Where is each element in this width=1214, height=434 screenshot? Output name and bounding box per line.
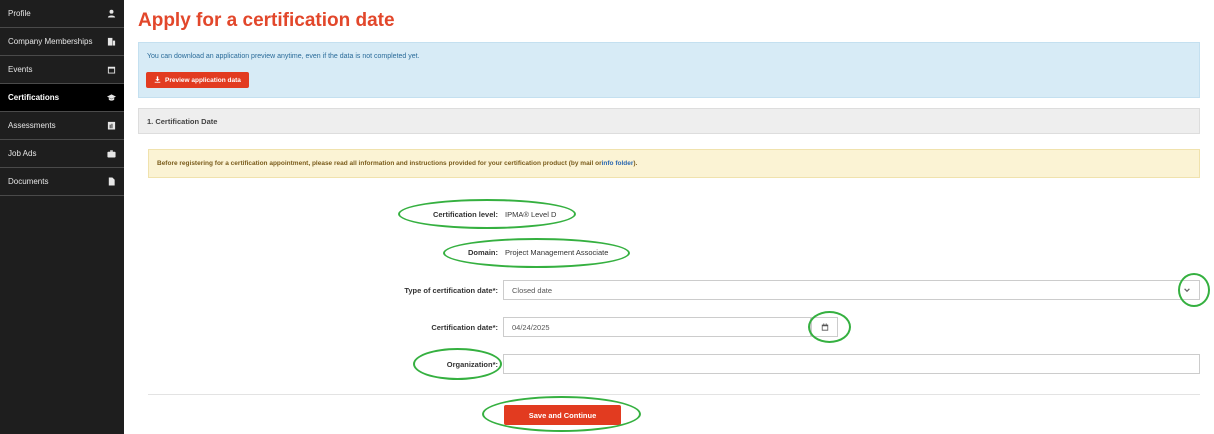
warning-text-after: ).: [633, 160, 638, 167]
graduation-cap-icon: [107, 93, 116, 102]
chevron-down-icon: [1183, 286, 1191, 294]
preview-application-button[interactable]: Preview application data: [146, 72, 249, 88]
page-title: Apply for a certification date: [138, 10, 395, 31]
calendar-picker-button[interactable]: [811, 317, 838, 337]
certification-level-label: Certification level:: [432, 210, 498, 219]
app: Profile Company Memberships Events Certi…: [0, 0, 1214, 434]
sidebar-item-certifications[interactable]: Certifications: [0, 84, 124, 112]
download-icon: [154, 75, 161, 85]
sidebar-item-label: Documents: [8, 177, 49, 186]
info-text: You can download an application preview …: [147, 53, 420, 60]
type-of-certification-date-label: Type of certification date*:: [404, 286, 498, 295]
sidebar-item-company-memberships[interactable]: Company Memberships: [0, 28, 124, 56]
sidebar-item-label: Assessments: [8, 121, 56, 130]
sidebar-item-documents[interactable]: Documents: [0, 168, 124, 196]
sidebar-item-label: Certifications: [8, 93, 60, 102]
organization-input[interactable]: [503, 354, 1200, 374]
briefcase-icon: [107, 149, 116, 158]
warning-text-before: Before registering for a certification a…: [157, 160, 602, 167]
sidebar-item-label: Job Ads: [8, 149, 37, 158]
select-value: Closed date: [512, 285, 553, 295]
sidebar-item-profile[interactable]: Profile: [0, 0, 124, 28]
chart-icon: [107, 121, 116, 130]
organization-label: Organization*:: [446, 360, 498, 369]
calendar-icon: [821, 318, 829, 336]
sidebar-item-label: Company Memberships: [8, 37, 93, 46]
domain-label: Domain:: [468, 248, 498, 257]
domain-value: Project Management Associate: [505, 248, 609, 257]
certification-level-value: IPMA® Level D: [505, 210, 557, 219]
sidebar-item-label: Events: [8, 65, 33, 74]
user-icon: [107, 9, 116, 18]
preview-button-label: Preview application data: [165, 76, 241, 84]
info-folder-link[interactable]: info folder: [602, 160, 634, 167]
file-icon: [107, 177, 116, 186]
sidebar-item-label: Profile: [8, 9, 31, 18]
date-value: 04/24/2025: [512, 322, 550, 332]
divider: [148, 394, 1200, 395]
main-content: Apply for a certification date You can d…: [138, 0, 1200, 434]
sidebar-item-events[interactable]: Events: [0, 56, 124, 84]
type-of-certification-date-select[interactable]: Closed date: [503, 280, 1200, 300]
section-header: 1. Certification Date: [138, 108, 1200, 134]
info-box: You can download an application preview …: [138, 42, 1200, 98]
save-and-continue-button[interactable]: Save and Continue: [504, 405, 621, 425]
warning-box: Before registering for a certification a…: [148, 149, 1200, 178]
building-icon: [107, 37, 116, 46]
sidebar-item-assessments[interactable]: Assessments: [0, 112, 124, 140]
sidebar: Profile Company Memberships Events Certi…: [0, 0, 124, 434]
calendar-icon: [107, 65, 116, 74]
certification-date-input[interactable]: 04/24/2025: [503, 317, 811, 337]
certification-date-label: Certification date*:: [431, 323, 498, 332]
sidebar-item-job-ads[interactable]: Job Ads: [0, 140, 124, 168]
